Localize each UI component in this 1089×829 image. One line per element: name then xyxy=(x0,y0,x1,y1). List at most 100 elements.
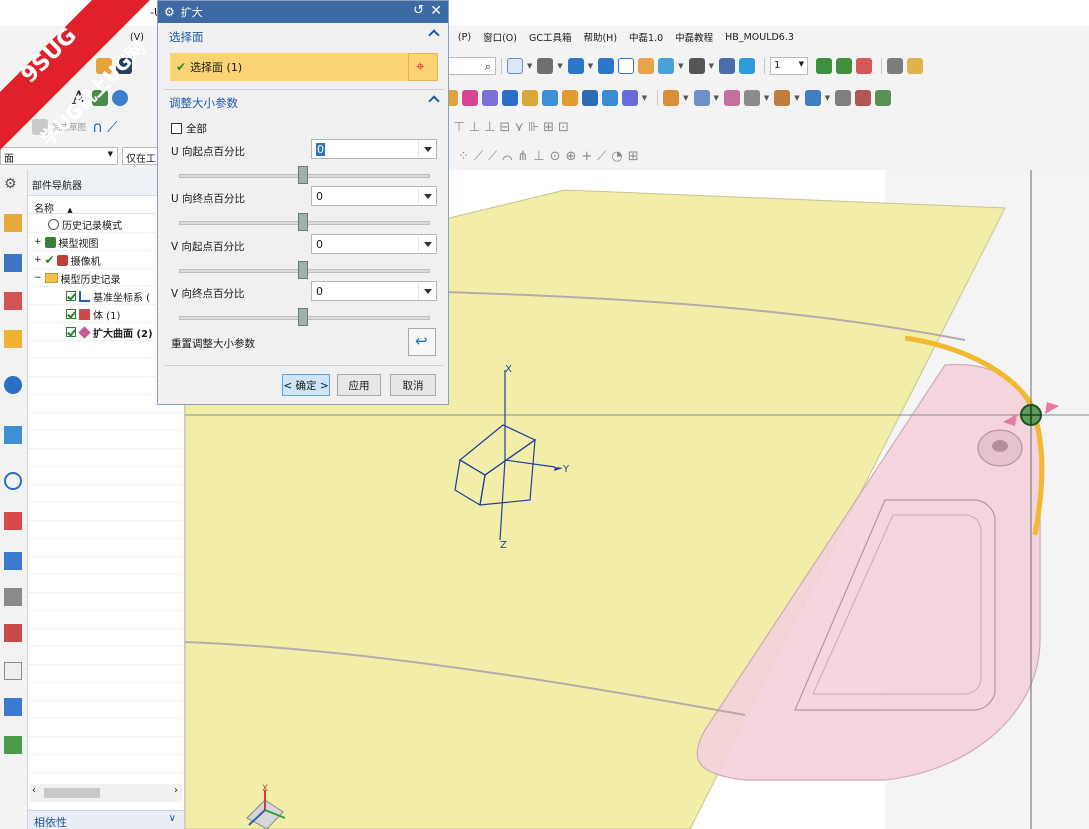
visibility-checkbox[interactable] xyxy=(66,291,76,301)
sew-icon[interactable] xyxy=(561,90,578,106)
dropdown-caret-icon[interactable]: ▼ xyxy=(714,94,719,102)
u-end-slider-thumb[interactable] xyxy=(298,213,308,231)
visibility-checkbox[interactable] xyxy=(66,309,76,319)
mold-base-icon[interactable] xyxy=(774,90,791,106)
dropdown-caret-icon[interactable]: ▼ xyxy=(588,62,593,70)
background-icon[interactable] xyxy=(658,58,675,74)
measure-icon[interactable] xyxy=(906,58,923,74)
select-face-section-header[interactable]: 选择面 xyxy=(158,25,448,49)
resize-section-header[interactable]: 调整大小参数 xyxy=(158,91,448,115)
scroll-right-icon[interactable]: › xyxy=(174,785,178,796)
menu-hb-mould[interactable]: HB_MOULD6.3 xyxy=(725,32,794,43)
apply-button[interactable]: 应用 xyxy=(337,374,381,396)
v-end-input[interactable]: 0 xyxy=(311,281,437,301)
render-style-icon[interactable] xyxy=(537,58,554,74)
history-palette-icon[interactable] xyxy=(4,426,22,444)
ok-button[interactable]: < 确定 > xyxy=(282,374,330,396)
analysis-icon[interactable] xyxy=(886,58,903,74)
horizontal-scrollbar[interactable]: ‹ › xyxy=(30,784,182,802)
clock-icon[interactable] xyxy=(4,472,22,490)
mold-tool-icon[interactable] xyxy=(663,90,680,106)
mold-bom-icon[interactable] xyxy=(875,90,892,106)
dropdown-caret-icon[interactable]: ▼ xyxy=(709,62,714,70)
manufacturing-wizard-icon[interactable] xyxy=(4,698,22,716)
collapse-section-icon[interactable] xyxy=(428,95,440,107)
menu-p[interactable]: (P) xyxy=(458,32,471,43)
expand-icon[interactable]: + xyxy=(34,255,42,265)
part-navigator-icon[interactable] xyxy=(4,292,22,310)
view-cube-icon[interactable] xyxy=(598,58,615,74)
roles-icon[interactable] xyxy=(4,512,22,530)
offset-face-icon[interactable] xyxy=(541,90,558,106)
snap-icon[interactable] xyxy=(718,58,735,74)
blend-icon[interactable] xyxy=(501,90,518,106)
collapse-icon[interactable]: − xyxy=(34,273,42,283)
chevron-down-icon[interactable]: ∨ xyxy=(169,813,176,824)
reset-dialog-icon[interactable]: ↺ xyxy=(413,3,424,18)
shaded-cube-icon[interactable] xyxy=(567,58,584,74)
reuse-library-icon[interactable] xyxy=(4,330,22,348)
mold-parting-icon[interactable] xyxy=(693,90,710,106)
dropdown-caret-icon[interactable]: ▼ xyxy=(642,94,647,102)
all-checkbox[interactable]: 全部 xyxy=(171,121,207,136)
dropdown-caret-icon[interactable]: ▼ xyxy=(527,62,532,70)
scroll-thumb[interactable] xyxy=(44,788,100,798)
tree-item-history-mode[interactable]: 历史记录模式 xyxy=(48,215,122,233)
mold-ejector-icon[interactable] xyxy=(835,90,852,106)
select-face-button[interactable]: ⌖ xyxy=(408,53,438,81)
process-studio-icon[interactable] xyxy=(4,588,22,606)
dialog-title-bar[interactable]: ⚙ 扩大 ↺ ✕ xyxy=(158,1,448,23)
menu-gc-toolbox[interactable]: GC工具箱 xyxy=(529,30,572,44)
route-icon[interactable] xyxy=(4,736,22,754)
cancel-button[interactable]: 取消 xyxy=(390,374,436,396)
wireframe-cube-icon[interactable] xyxy=(618,58,635,74)
constraint-navigator-icon[interactable] xyxy=(4,254,22,272)
v-start-slider-thumb[interactable] xyxy=(298,261,308,279)
reset-parameters-button[interactable]: ↩ xyxy=(408,328,436,356)
menu-help[interactable]: 帮助(H) xyxy=(583,30,617,44)
u-end-input[interactable]: 0 xyxy=(311,186,437,206)
dependencies-panel-header[interactable]: 相依性 ∨ xyxy=(28,810,184,829)
tree-item-model-history[interactable]: − 模型历史记录 xyxy=(34,269,121,287)
move-layer-icon[interactable] xyxy=(855,58,872,74)
checkbox-box[interactable] xyxy=(171,123,182,134)
menu-window[interactable]: 窗口(O) xyxy=(483,30,517,44)
web-browser-icon[interactable] xyxy=(4,376,22,394)
close-icon[interactable]: ✕ xyxy=(430,3,442,19)
mold-insert-icon[interactable] xyxy=(723,90,740,106)
shell-icon[interactable] xyxy=(481,90,498,106)
draft-icon[interactable] xyxy=(621,90,638,106)
select-face-field[interactable]: ✔ 选择面 (1) xyxy=(170,53,436,81)
v-start-input[interactable]: 0 xyxy=(311,234,437,254)
dropdown-caret-icon[interactable]: ▼ xyxy=(764,94,769,102)
color-swatch-icon[interactable] xyxy=(688,58,705,74)
layer-select[interactable]: 1 ▼ xyxy=(769,57,808,75)
snap-options-icon[interactable] xyxy=(738,58,755,74)
thicken-icon[interactable] xyxy=(601,90,618,106)
chevron-down-icon[interactable] xyxy=(418,235,436,253)
system-materials-icon[interactable] xyxy=(4,552,22,570)
layer-settings-icon[interactable] xyxy=(815,58,832,74)
menu-zhonglei-tutorial[interactable]: 中磊教程 xyxy=(675,30,713,44)
mold-electrode-icon[interactable] xyxy=(855,90,872,106)
chevron-down-icon[interactable] xyxy=(418,282,436,300)
dropdown-caret-icon[interactable]: ▼ xyxy=(794,94,799,102)
visibility-checkbox[interactable] xyxy=(66,327,76,337)
v-end-slider-thumb[interactable] xyxy=(298,308,308,326)
dropdown-caret-icon[interactable]: ▼ xyxy=(683,94,688,102)
collapse-section-icon[interactable] xyxy=(428,29,440,41)
section-view-icon[interactable] xyxy=(638,58,655,74)
fit-view-icon[interactable] xyxy=(507,58,523,74)
gear-icon[interactable]: ⚙ xyxy=(4,176,22,194)
mold-slider-icon[interactable] xyxy=(743,90,760,106)
dropdown-caret-icon[interactable]: ▼ xyxy=(678,62,683,70)
u-start-slider-thumb[interactable] xyxy=(298,166,308,184)
trim-body-icon[interactable] xyxy=(521,90,538,106)
u-start-input[interactable]: 0 xyxy=(311,139,437,159)
expand-icon[interactable]: + xyxy=(34,237,42,247)
mold-cooling-icon[interactable] xyxy=(804,90,821,106)
tree-item-body[interactable]: 体 (1) xyxy=(66,305,120,323)
visualization-icon[interactable] xyxy=(4,624,22,642)
patch-icon[interactable] xyxy=(581,90,598,106)
tree-item-model-views[interactable]: + 模型视图 xyxy=(34,233,99,251)
